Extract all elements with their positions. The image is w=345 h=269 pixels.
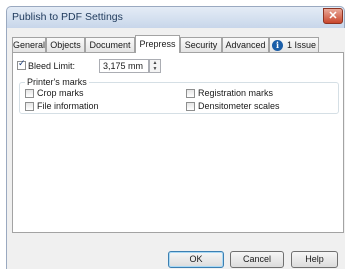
help-button[interactable]: Help — [291, 251, 338, 268]
tab-security[interactable]: Security — [180, 37, 222, 52]
bleed-limit-checkbox[interactable] — [17, 59, 26, 70]
bleed-limit-value: 3,175 mm — [103, 61, 144, 71]
spin-down-icon[interactable]: ▼ — [150, 66, 160, 72]
dialog-client-area: General Objects Document Prepress Securi… — [6, 28, 345, 269]
registration-marks-label: Registration marks — [198, 88, 274, 98]
tab-advanced-label: Advanced — [225, 40, 266, 50]
tab-general[interactable]: General — [12, 37, 46, 52]
bleed-limit-label: Bleed Limit: — [28, 61, 76, 71]
tab-general-label: General — [13, 40, 46, 50]
prepress-panel: Bleed Limit: 3,175 mm ▲ ▼ Printer's mark… — [12, 52, 344, 233]
printers-marks-group: Printer's marks Crop marks File informat… — [19, 77, 339, 114]
close-icon: ✕ — [328, 10, 338, 22]
tab-issues-label: 1 Issue — [286, 40, 317, 50]
file-information-label: File information — [37, 101, 99, 111]
window-title: Publish to PDF Settings — [12, 11, 123, 23]
crop-marks-label: Crop marks — [37, 88, 84, 98]
tab-prepress[interactable]: Prepress — [135, 35, 180, 53]
title-bar[interactable]: Publish to PDF Settings ✕ — [6, 6, 345, 28]
tab-prepress-label: Prepress — [139, 39, 176, 49]
info-icon: i — [271, 39, 283, 51]
file-information-checkbox[interactable] — [25, 102, 34, 111]
dialog-window: Publish to PDF Settings ✕ General Object… — [0, 0, 345, 269]
tab-advanced[interactable]: Advanced — [222, 37, 269, 52]
bleed-limit-input[interactable]: 3,175 mm — [99, 59, 149, 73]
tab-objects-label: Objects — [50, 40, 81, 50]
crop-marks-checkbox[interactable] — [25, 89, 34, 98]
tab-document[interactable]: Document — [85, 37, 135, 52]
close-button[interactable]: ✕ — [323, 8, 343, 24]
densitometer-scales-label: Densitometer scales — [198, 101, 280, 111]
tab-issues[interactable]: i 1 Issue — [269, 37, 319, 52]
densitometer-scales-checkbox[interactable] — [186, 102, 195, 111]
printers-marks-legend: Printer's marks — [25, 77, 89, 87]
bleed-limit-spinner[interactable]: ▲ ▼ — [149, 59, 161, 73]
tab-security-label: Security — [184, 40, 218, 50]
ok-button[interactable]: OK — [168, 251, 224, 268]
cancel-button[interactable]: Cancel — [230, 251, 284, 268]
registration-marks-checkbox[interactable] — [186, 89, 195, 98]
tab-document-label: Document — [89, 40, 131, 50]
tab-objects[interactable]: Objects — [46, 37, 85, 52]
